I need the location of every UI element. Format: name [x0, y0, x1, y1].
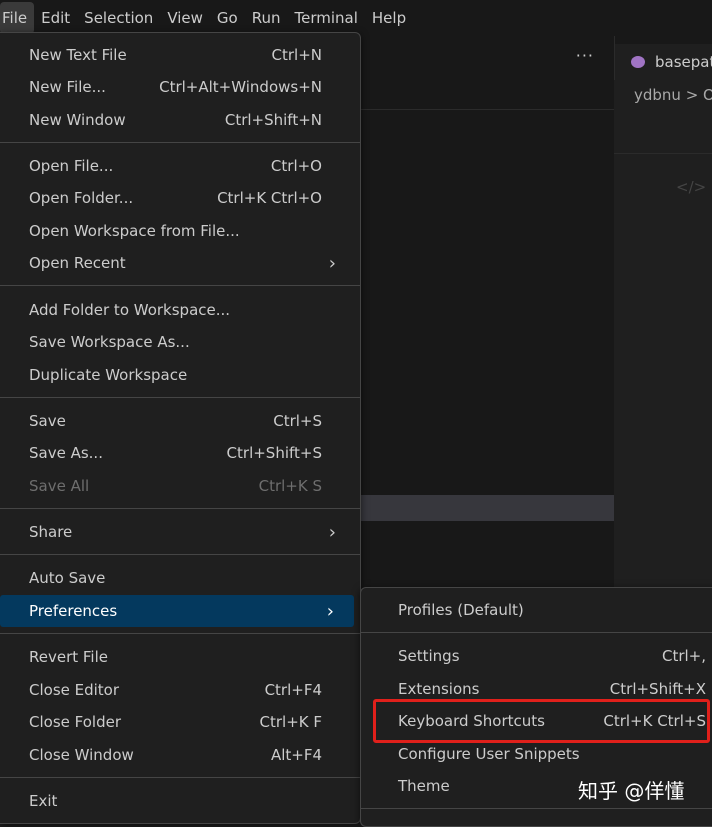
menu-separator: [361, 632, 712, 633]
watermark-text: 知乎 @佯懂: [578, 779, 685, 803]
chevron-right-icon: ›: [328, 252, 336, 274]
explorer-header: ···: [360, 36, 614, 110]
menubar-edit[interactable]: Edit: [34, 0, 77, 36]
menubar-selection[interactable]: Selection: [77, 0, 160, 36]
menubar-run[interactable]: Run: [245, 0, 288, 36]
menu-add-folder[interactable]: Add Folder to Workspace...: [0, 294, 360, 326]
editor-body: [614, 154, 712, 594]
editor-strip: [614, 110, 712, 154]
menubar-help[interactable]: Help: [365, 0, 413, 36]
explorer-selected-row[interactable]: [360, 495, 614, 521]
menu-save-workspace-as[interactable]: Save Workspace As...: [0, 326, 360, 358]
menu-duplicate-workspace[interactable]: Duplicate Workspace: [0, 359, 360, 391]
menu-save-as[interactable]: Save As... Ctrl+Shift+S: [0, 437, 360, 469]
menu-open-recent[interactable]: Open Recent ›: [0, 247, 360, 279]
menu-new-file[interactable]: New File... Ctrl+Alt+Windows+N: [0, 71, 360, 103]
menu-separator: [0, 508, 360, 509]
menu-open-file[interactable]: Open File... Ctrl+O: [0, 150, 360, 182]
chevron-right-icon: ›: [328, 521, 336, 543]
menu-close-editor[interactable]: Close Editor Ctrl+F4: [0, 674, 360, 706]
menu-new-window[interactable]: New Window Ctrl+Shift+N: [0, 104, 360, 136]
menu-open-folder[interactable]: Open Folder... Ctrl+K Ctrl+O: [0, 182, 360, 214]
menubar-view[interactable]: View: [160, 0, 210, 36]
code-icon: </>: [676, 178, 707, 196]
menu-separator: [0, 554, 360, 555]
menu-separator: [0, 142, 360, 143]
menu-separator: [0, 777, 360, 778]
menubar-terminal[interactable]: Terminal: [288, 0, 365, 36]
editor-tabs: basepat: [614, 36, 712, 80]
editor-tab-label: basepat: [655, 53, 712, 71]
menu-revert-file[interactable]: Revert File: [0, 641, 360, 673]
menubar: File Edit Selection View Go Run Terminal…: [0, 0, 712, 36]
menubar-go[interactable]: Go: [210, 0, 245, 36]
menu-separator: [0, 397, 360, 398]
menu-close-folder[interactable]: Close Folder Ctrl+K F: [0, 706, 360, 738]
menu-save[interactable]: Save Ctrl+S: [0, 405, 360, 437]
breadcrumb[interactable]: ydbnu > O: [614, 80, 712, 110]
annotation-highlight-box: [373, 699, 710, 743]
menu-profiles[interactable]: Profiles (Default) ›: [361, 594, 712, 626]
chevron-right-icon: ›: [326, 600, 334, 622]
menu-new-text-file[interactable]: New Text File Ctrl+N: [0, 39, 360, 71]
menu-save-all: Save All Ctrl+K S: [29, 477, 322, 495]
menu-separator: [0, 633, 360, 634]
menu-exit[interactable]: Exit: [0, 785, 360, 817]
menubar-file[interactable]: File: [0, 2, 35, 34]
file-menu: New Text File Ctrl+N New File... Ctrl+Al…: [0, 32, 361, 824]
editor-tab[interactable]: basepat: [615, 44, 712, 80]
menu-open-workspace[interactable]: Open Workspace from File...: [0, 215, 360, 247]
more-actions-icon[interactable]: ···: [576, 46, 594, 65]
menu-separator: [361, 808, 712, 809]
menu-auto-save[interactable]: Auto Save: [0, 562, 360, 594]
menu-separator: [0, 285, 360, 286]
menu-settings[interactable]: Settings Ctrl+,: [361, 640, 712, 672]
menu-preferences[interactable]: Preferences ›: [0, 595, 354, 627]
menu-close-window[interactable]: Close Window Alt+F4: [0, 739, 360, 771]
php-file-icon: [631, 56, 645, 68]
menu-share[interactable]: Share ›: [0, 516, 360, 548]
